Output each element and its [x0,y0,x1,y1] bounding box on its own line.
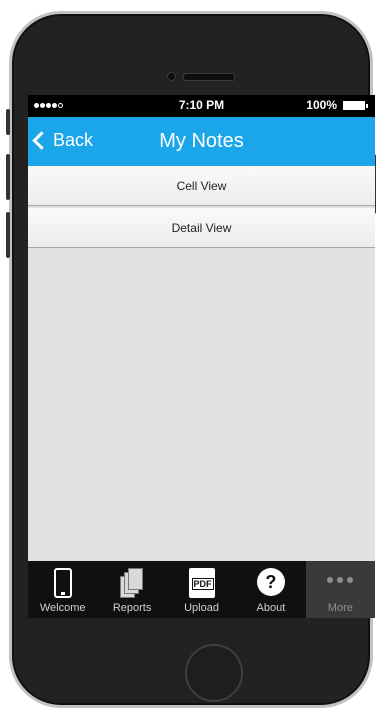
app-screen: 7:10 PM 100% Back My Notes Cell View Det… [28,95,375,618]
tab-label: More [327,602,353,614]
cell-view-item[interactable]: Cell View [28,166,375,206]
tab-label: Upload [184,602,219,614]
tab-reports[interactable]: Reports [97,561,166,618]
front-camera [167,72,176,81]
home-button[interactable] [185,644,243,702]
tab-label: About [256,602,286,614]
mute-switch [6,109,10,135]
tab-label: Welcome [39,602,86,614]
page-title: My Notes [159,130,244,152]
tab-upload[interactable]: PDF Upload [167,561,236,618]
earpiece [183,73,235,81]
status-bar: 7:10 PM 100% [28,95,375,117]
pdf-icon: PDF [188,568,215,598]
documents-icon [120,568,144,598]
battery-icon [343,101,368,110]
tab-more[interactable]: More [305,561,375,618]
more-dots-icon [327,577,354,583]
navigation-bar: Back My Notes [28,117,375,166]
volume-down-button [6,212,10,258]
tab-label: Reports [112,602,152,614]
volume-up-button [6,154,10,200]
tab-welcome[interactable]: Welcome [28,561,97,618]
tab-about[interactable]: ? About [236,561,305,618]
detail-view-item[interactable]: Detail View [28,208,375,248]
battery-percentage: 100% [306,98,337,112]
phone-icon [53,568,72,598]
tab-bar: Welcome Reports PDF Upload ? About More [28,561,375,618]
question-icon: ? [256,568,285,596]
